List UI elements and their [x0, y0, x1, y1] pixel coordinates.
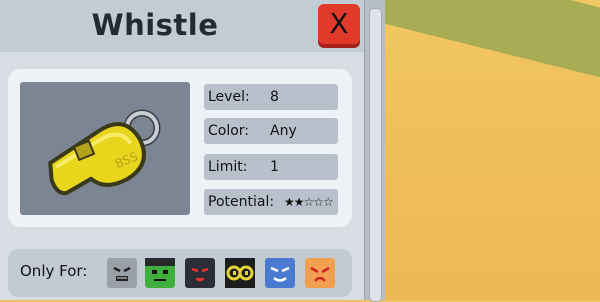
only-for-label: Only For: — [20, 262, 88, 280]
stat-potential-label: Potential: — [208, 194, 275, 210]
stat-level-label: Level: — [208, 89, 250, 105]
item-title: Whistle — [91, 8, 219, 42]
yellow-bee-face-icon — [225, 258, 255, 288]
gray-bee-face-icon — [107, 258, 137, 288]
stat-limit: Limit: 1 — [204, 154, 338, 180]
stat-color-label: Color: — [208, 123, 250, 139]
stat-potential-stars: ★★☆☆☆ — [284, 195, 334, 209]
stat-color: Color: Any — [204, 118, 338, 144]
stat-level: Level: 8 — [204, 84, 338, 110]
stat-level-value: 8 — [270, 89, 279, 105]
scrollbar-thumb[interactable] — [369, 8, 382, 302]
orange-bee-face-icon — [305, 258, 335, 288]
stat-limit-label: Limit: — [208, 159, 248, 175]
close-button[interactable]: X — [318, 4, 360, 44]
green-bee-face-icon — [145, 258, 175, 288]
black-bee-face-icon — [185, 258, 215, 288]
stat-color-value: Any — [270, 123, 297, 139]
stat-limit-value: 1 — [270, 159, 279, 175]
whistle-icon: BSS — [48, 109, 161, 196]
item-image: BSS — [20, 82, 190, 215]
stat-potential: Potential: ★★☆☆☆ — [204, 189, 338, 215]
blue-bee-face-icon — [265, 258, 295, 288]
